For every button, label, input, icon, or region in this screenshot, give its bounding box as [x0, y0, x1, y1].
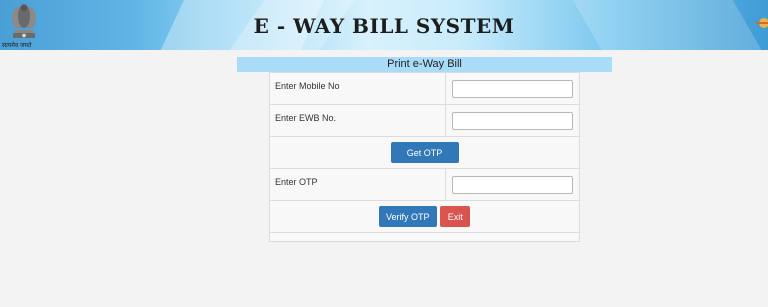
mobile-label: Enter Mobile No: [269, 72, 446, 105]
ewb-label: Enter EWB No.: [269, 104, 446, 137]
actions-cell: Verify OTP Exit: [269, 200, 580, 233]
form-row-otp: Enter OTP: [269, 168, 581, 201]
otp-input-cell: [444, 168, 581, 201]
print-ewb-form: Enter Mobile No Enter EWB No. Get OTP En…: [269, 72, 581, 242]
spacer-cell: [269, 232, 580, 242]
form-row-spacer: [269, 232, 580, 242]
header-banner: सत्यमेव जयते E - WAY BILL SYSTEM: [0, 0, 768, 50]
emblem-motto: सत्यमेव जयते: [2, 42, 32, 49]
ewb-input-cell: [444, 104, 581, 137]
mobile-input[interactable]: [451, 79, 573, 98]
get-otp-cell: Get OTP: [269, 136, 580, 169]
mobile-input-cell: [444, 72, 581, 105]
ewb-input[interactable]: [451, 111, 573, 130]
verify-otp-button[interactable]: Verify OTP: [378, 206, 437, 227]
otp-label: Enter OTP: [269, 168, 446, 201]
form-row-ewb: Enter EWB No.: [269, 104, 581, 137]
form-row-get-otp: Get OTP: [269, 136, 580, 169]
form-row-actions: Verify OTP Exit: [269, 200, 580, 233]
get-otp-button[interactable]: Get OTP: [390, 142, 459, 163]
form-row-mobile: Enter Mobile No: [269, 72, 581, 105]
exit-button[interactable]: Exit: [440, 206, 471, 227]
page-title: E - WAY BILL SYSTEM: [253, 14, 515, 38]
flag-icon: [756, 18, 768, 28]
otp-input[interactable]: [451, 175, 573, 194]
panel-title: Print e-Way Bill: [237, 57, 612, 72]
